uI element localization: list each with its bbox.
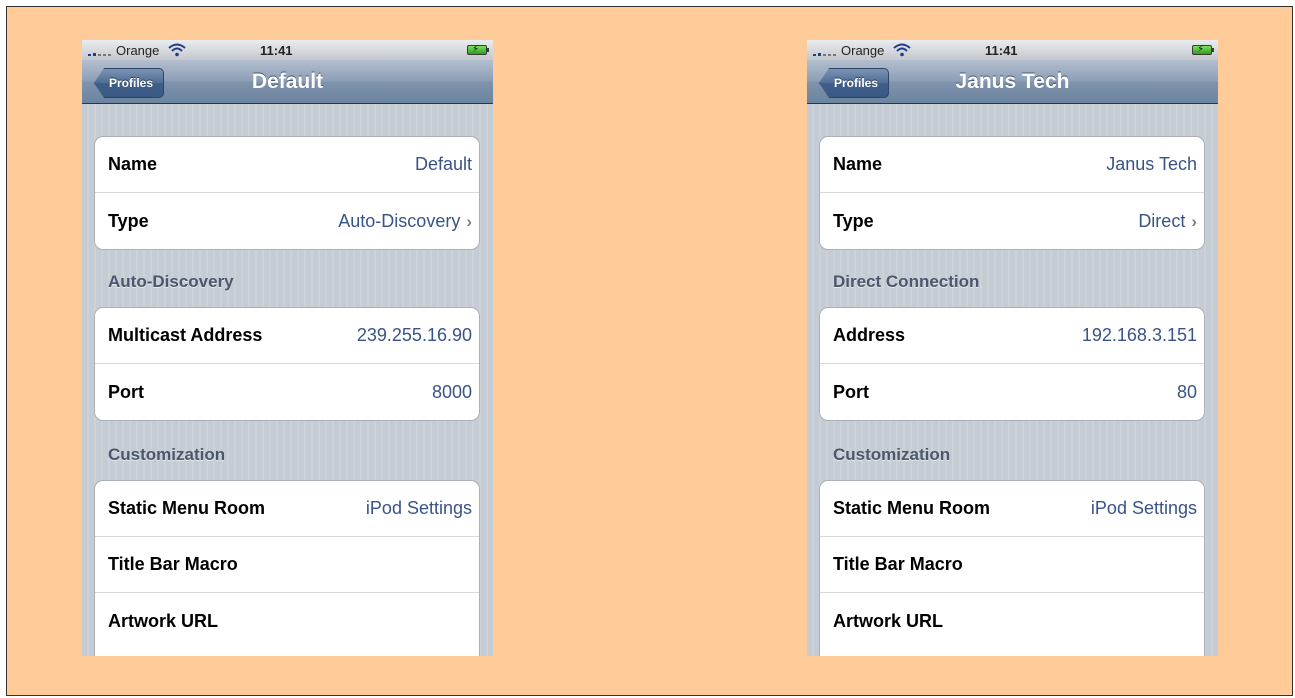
port-row[interactable]: Port 8000 bbox=[95, 364, 479, 420]
type-label: Type bbox=[108, 210, 149, 231]
port-value: 80 bbox=[1176, 381, 1197, 402]
name-row[interactable]: Name Janus Tech bbox=[820, 137, 1204, 193]
type-value: Direct bbox=[1138, 210, 1186, 231]
name-value: Default bbox=[414, 154, 472, 174]
static-menu-room-row[interactable]: Static Menu Room iPod Settings bbox=[820, 481, 1204, 537]
title-bar-macro-label: Title Bar Macro bbox=[108, 554, 238, 574]
address-row[interactable]: Address 192.168.3.151 bbox=[820, 308, 1204, 364]
nav-title: Default bbox=[251, 70, 324, 93]
section-header-connection: Auto-Discovery bbox=[108, 272, 234, 291]
port-value: 8000 bbox=[431, 381, 472, 402]
back-button-profiles[interactable]: Profiles bbox=[94, 68, 165, 98]
status-time: 11:41 bbox=[985, 43, 1018, 58]
section-header-customization: Customization bbox=[833, 445, 951, 464]
address-label: Address bbox=[833, 325, 906, 345]
signal-strength-icon bbox=[813, 50, 839, 56]
carrier-name: Orange bbox=[116, 43, 160, 58]
name-label: Name bbox=[833, 154, 883, 174]
type-label: Type bbox=[833, 210, 874, 231]
type-row[interactable]: Type Direct › bbox=[820, 193, 1204, 249]
status-bar: Orange 11:41 ⚡ bbox=[807, 40, 1218, 60]
static-menu-room-value: iPod Settings bbox=[1090, 498, 1197, 518]
section-header-connection: Direct Connection bbox=[833, 272, 980, 291]
connection-settings-group: Multicast Address 239.255.16.90 Port 800… bbox=[94, 307, 480, 421]
navigation-bar: Profiles Default bbox=[82, 60, 493, 104]
name-value: Janus Tech bbox=[1106, 154, 1197, 174]
address-row[interactable]: Multicast Address 239.255.16.90 bbox=[95, 308, 479, 364]
signal-strength-icon bbox=[88, 50, 114, 56]
nav-title: Janus Tech bbox=[955, 70, 1070, 93]
wifi-icon bbox=[168, 43, 186, 57]
section-header-customization: Customization bbox=[108, 445, 226, 464]
status-bar: Orange 11:41 ⚡ bbox=[82, 40, 493, 60]
navigation-bar: Profiles Janus Tech bbox=[807, 60, 1218, 104]
address-value: 239.255.16.90 bbox=[356, 325, 472, 345]
type-row[interactable]: Type Auto-Discovery › bbox=[95, 193, 479, 249]
name-label: Name bbox=[108, 154, 158, 174]
name-row[interactable]: Name Default bbox=[95, 137, 479, 193]
artwork-url-row[interactable]: Artwork URL bbox=[820, 593, 1204, 649]
connection-settings-group: Address 192.168.3.151 Port 80 bbox=[819, 307, 1205, 421]
chevron-right-icon: › bbox=[466, 211, 472, 231]
phone-screen-janus-tech: Orange 11:41 ⚡ Profiles Janus Tech Name … bbox=[807, 40, 1218, 656]
port-label: Port bbox=[108, 381, 144, 402]
port-row[interactable]: Port 80 bbox=[820, 364, 1204, 420]
title-bar-macro-label: Title Bar Macro bbox=[833, 554, 963, 574]
customization-settings-group: Static Menu Room iPod Settings Title Bar… bbox=[819, 480, 1205, 656]
general-settings-group: Name Default Type Auto-Discovery › bbox=[94, 136, 480, 250]
battery-charging-icon: ⚡ bbox=[467, 44, 489, 55]
title-bar-macro-row[interactable]: Title Bar Macro bbox=[820, 537, 1204, 593]
wifi-icon bbox=[893, 43, 911, 57]
artwork-url-row[interactable]: Artwork URL bbox=[95, 593, 479, 649]
back-button-profiles[interactable]: Profiles bbox=[819, 68, 890, 98]
chevron-right-icon: › bbox=[1191, 211, 1197, 231]
battery-charging-icon: ⚡ bbox=[1192, 44, 1214, 55]
artwork-url-label: Artwork URL bbox=[108, 610, 219, 631]
static-menu-room-value: iPod Settings bbox=[365, 498, 472, 518]
carrier-name: Orange bbox=[841, 43, 885, 58]
status-time: 11:41 bbox=[260, 43, 293, 58]
address-value: 192.168.3.151 bbox=[1081, 325, 1197, 345]
general-settings-group: Name Janus Tech Type Direct › bbox=[819, 136, 1205, 250]
static-menu-room-row[interactable]: Static Menu Room iPod Settings bbox=[95, 481, 479, 537]
artwork-url-label: Artwork URL bbox=[833, 610, 944, 631]
phone-screen-default: Orange 11:41 ⚡ Profiles Default Name Def… bbox=[82, 40, 493, 656]
title-bar-macro-row[interactable]: Title Bar Macro bbox=[95, 537, 479, 593]
static-menu-room-label: Static Menu Room bbox=[108, 498, 266, 518]
address-label: Multicast Address bbox=[108, 325, 263, 345]
static-menu-room-label: Static Menu Room bbox=[833, 498, 991, 518]
customization-settings-group: Static Menu Room iPod Settings Title Bar… bbox=[94, 480, 480, 656]
port-label: Port bbox=[833, 381, 869, 402]
type-value: Auto-Discovery bbox=[338, 210, 461, 231]
